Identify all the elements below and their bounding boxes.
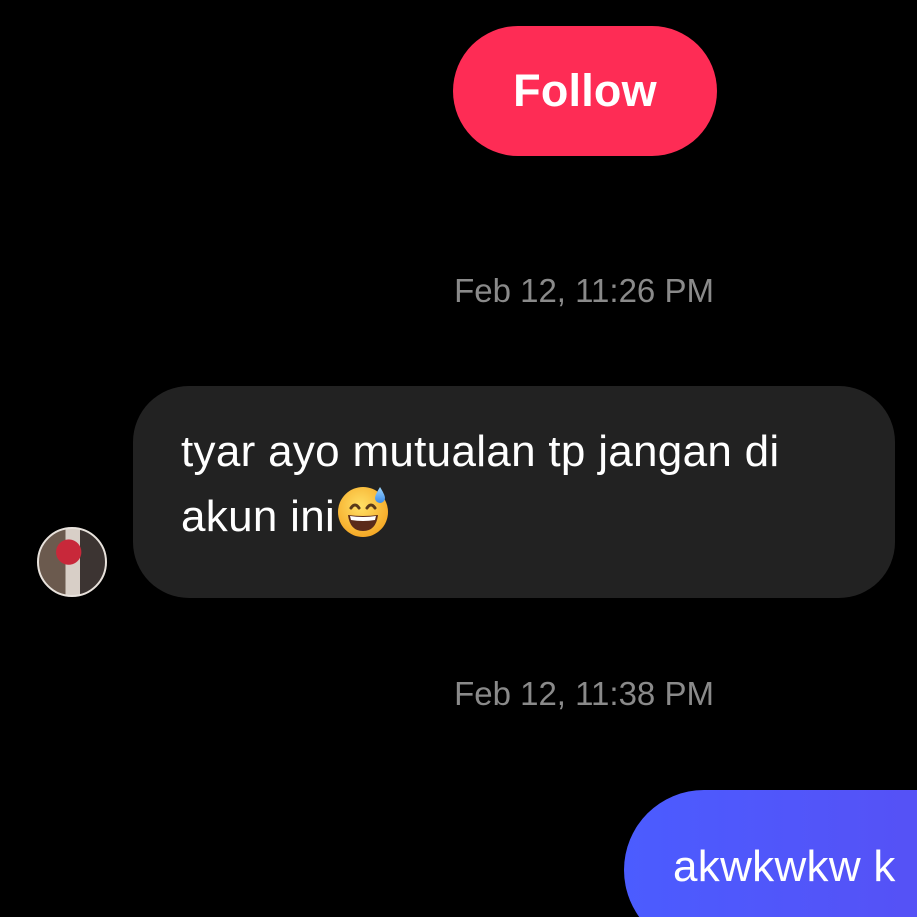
timestamp-text: Feb 12, 11:38 PM [454,675,714,712]
outgoing-message-text: akwkwkw k [673,842,896,891]
grinning-face-with-sweat-icon [338,487,389,537]
incoming-message-bubble[interactable]: tyar ayo mutualan tp jangan di akun ini [133,386,895,598]
outgoing-message-bubble[interactable]: akwkwkw k [624,790,917,917]
timestamp-text: Feb 12, 11:26 PM [454,272,714,309]
sender-avatar[interactable] [37,527,107,597]
timestamp: Feb 12, 11:26 PM [0,272,917,310]
timestamp: Feb 12, 11:38 PM [0,675,917,713]
chat-screen: Follow Feb 12, 11:26 PM tyar ayo mutuala… [0,0,917,917]
incoming-message-text: tyar ayo mutualan tp jangan di akun ini [181,427,780,541]
follow-button[interactable]: Follow [453,26,717,156]
